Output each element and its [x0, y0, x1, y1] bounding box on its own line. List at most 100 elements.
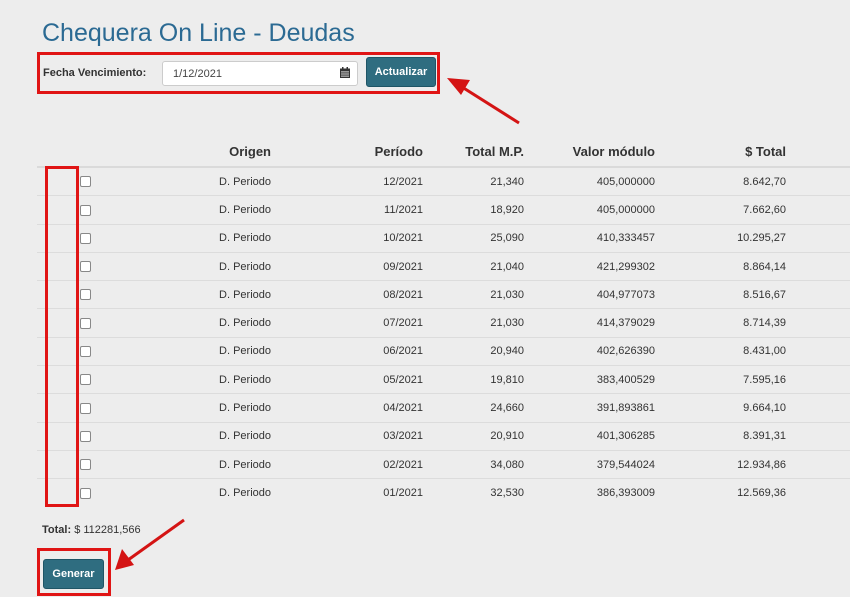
cell-origen: D. Periodo	[91, 280, 271, 309]
row-checkbox[interactable]	[80, 289, 91, 301]
cell-periodo: 09/2021	[271, 251, 423, 281]
table-row: D. Periodo 08/2021 21,030 404,977073 8.516,6…	[37, 280, 850, 309]
cell-total: 8.642,70	[655, 166, 786, 196]
row-checkbox[interactable]	[80, 487, 91, 499]
cell-total: 7.595,16	[655, 365, 786, 394]
cell-periodo: 07/2021	[271, 308, 423, 338]
cell-valor-modulo: 386,393009	[524, 478, 655, 507]
table-row: D. Periodo 12/2021 21,340 405,000000 8.642,7…	[37, 166, 850, 196]
row-checkbox[interactable]	[80, 402, 91, 414]
cell-periodo: 10/2021	[271, 223, 423, 253]
row-checkbox[interactable]	[80, 176, 91, 188]
table-row: D. Periodo 03/2021 20,910 401,306285 8.391,3…	[37, 421, 850, 451]
cell-total-mp: 20,910	[423, 421, 524, 451]
cell-total: 8.714,39	[655, 308, 786, 338]
cell-total-mp: 32,530	[423, 478, 524, 507]
cell-periodo: 05/2021	[271, 365, 423, 394]
cell-total: 12.934,86	[655, 449, 786, 479]
table-row: D. Periodo 05/2021 19,810 383,400529 7.595,1…	[37, 365, 850, 394]
header-valor-modulo: Valor módulo	[524, 136, 655, 168]
row-checkbox[interactable]	[80, 459, 91, 471]
cell-total: 8.391,31	[655, 421, 786, 451]
header-select	[37, 136, 91, 168]
row-select	[37, 336, 91, 366]
row-checkbox[interactable]	[80, 430, 91, 442]
cell-total-mp: 20,940	[423, 336, 524, 366]
header-origen: Origen	[91, 136, 271, 168]
cell-valor-modulo: 402,626390	[524, 336, 655, 366]
row-checkbox[interactable]	[80, 317, 91, 329]
cell-total-mp: 19,810	[423, 365, 524, 394]
grand-total-label: Total:	[42, 524, 72, 536]
cell-origen: D. Periodo	[91, 393, 271, 423]
due-date-label: Fecha Vencimiento:	[43, 66, 147, 79]
cell-total: 8.431,00	[655, 336, 786, 366]
update-button[interactable]: Actualizar	[366, 57, 436, 87]
cell-origen: D. Periodo	[91, 365, 271, 394]
grand-total-value: $ 112281,566	[74, 524, 141, 536]
cell-total-mp: 34,080	[423, 449, 524, 479]
cell-origen: D. Periodo	[91, 251, 271, 281]
row-select	[37, 449, 91, 479]
row-select	[37, 251, 91, 281]
cell-origen: D. Periodo	[91, 308, 271, 338]
row-select	[37, 393, 91, 423]
cell-total-mp: 21,030	[423, 280, 524, 309]
cell-valor-modulo: 405,000000	[524, 195, 655, 225]
due-date-input[interactable]	[162, 61, 358, 86]
cell-valor-modulo: 401,306285	[524, 421, 655, 451]
cell-origen: D. Periodo	[91, 166, 271, 196]
row-checkbox[interactable]	[80, 204, 91, 216]
filter-bar: Fecha Vencimiento: Actualizar	[37, 52, 440, 93]
cell-origen: D. Periodo	[91, 478, 271, 507]
cell-total-mp: 21,040	[423, 251, 524, 281]
cell-origen: D. Periodo	[91, 421, 271, 451]
header-total: $ Total	[655, 136, 786, 168]
header-periodo: Período	[271, 136, 423, 168]
cell-periodo: 11/2021	[271, 195, 423, 225]
cell-total: 9.664,10	[655, 393, 786, 423]
cell-total: 10.295,27	[655, 223, 786, 253]
cell-valor-modulo: 404,977073	[524, 280, 655, 309]
cell-total-mp: 24,660	[423, 393, 524, 423]
row-checkbox[interactable]	[80, 346, 91, 358]
table-row: D. Periodo 10/2021 25,090 410,333457 10.295,…	[37, 223, 850, 253]
cell-periodo: 03/2021	[271, 421, 423, 451]
cell-total: 7.662,60	[655, 195, 786, 225]
row-select	[37, 421, 91, 451]
debts-table: Origen Período Total M.P. Valor módulo $…	[37, 136, 850, 507]
row-checkbox[interactable]	[80, 232, 91, 244]
row-select	[37, 478, 91, 507]
table-row: D. Periodo 11/2021 18,920 405,000000 7.662,6…	[37, 195, 850, 225]
cell-valor-modulo: 421,299302	[524, 251, 655, 281]
arrow-to-update-button	[447, 78, 520, 125]
cell-periodo: 08/2021	[271, 280, 423, 309]
generate-button[interactable]: Generar	[43, 559, 104, 589]
cell-total-mp: 21,340	[423, 166, 524, 196]
cell-origen: D. Periodo	[91, 336, 271, 366]
cell-valor-modulo: 379,544024	[524, 449, 655, 479]
row-select	[37, 166, 91, 196]
cell-origen: D. Periodo	[91, 449, 271, 479]
row-checkbox[interactable]	[80, 261, 91, 273]
table-row: D. Periodo 06/2021 20,940 402,626390 8.431,0…	[37, 336, 850, 366]
row-select	[37, 365, 91, 394]
table-row: D. Periodo 09/2021 21,040 421,299302 8.864,1…	[37, 251, 850, 281]
row-select	[37, 280, 91, 309]
table-row: D. Periodo 04/2021 24,660 391,893861 9.664,1…	[37, 393, 850, 423]
cell-total: 8.864,14	[655, 251, 786, 281]
row-select	[37, 308, 91, 338]
table-row: D. Periodo 01/2021 32,530 386,393009 12.569,…	[37, 478, 850, 507]
row-checkbox[interactable]	[80, 374, 91, 386]
header-total-mp: Total M.P.	[423, 136, 524, 168]
cell-valor-modulo: 414,379029	[524, 308, 655, 338]
cell-periodo: 12/2021	[271, 166, 423, 196]
cell-origen: D. Periodo	[91, 195, 271, 225]
cell-total-mp: 25,090	[423, 223, 524, 253]
table-row: D. Periodo 07/2021 21,030 414,379029 8.714,3…	[37, 308, 850, 338]
cell-valor-modulo: 383,400529	[524, 365, 655, 394]
cell-total-mp: 18,920	[423, 195, 524, 225]
row-select	[37, 223, 91, 253]
cell-periodo: 02/2021	[271, 449, 423, 479]
calendar-icon[interactable]	[340, 67, 350, 78]
